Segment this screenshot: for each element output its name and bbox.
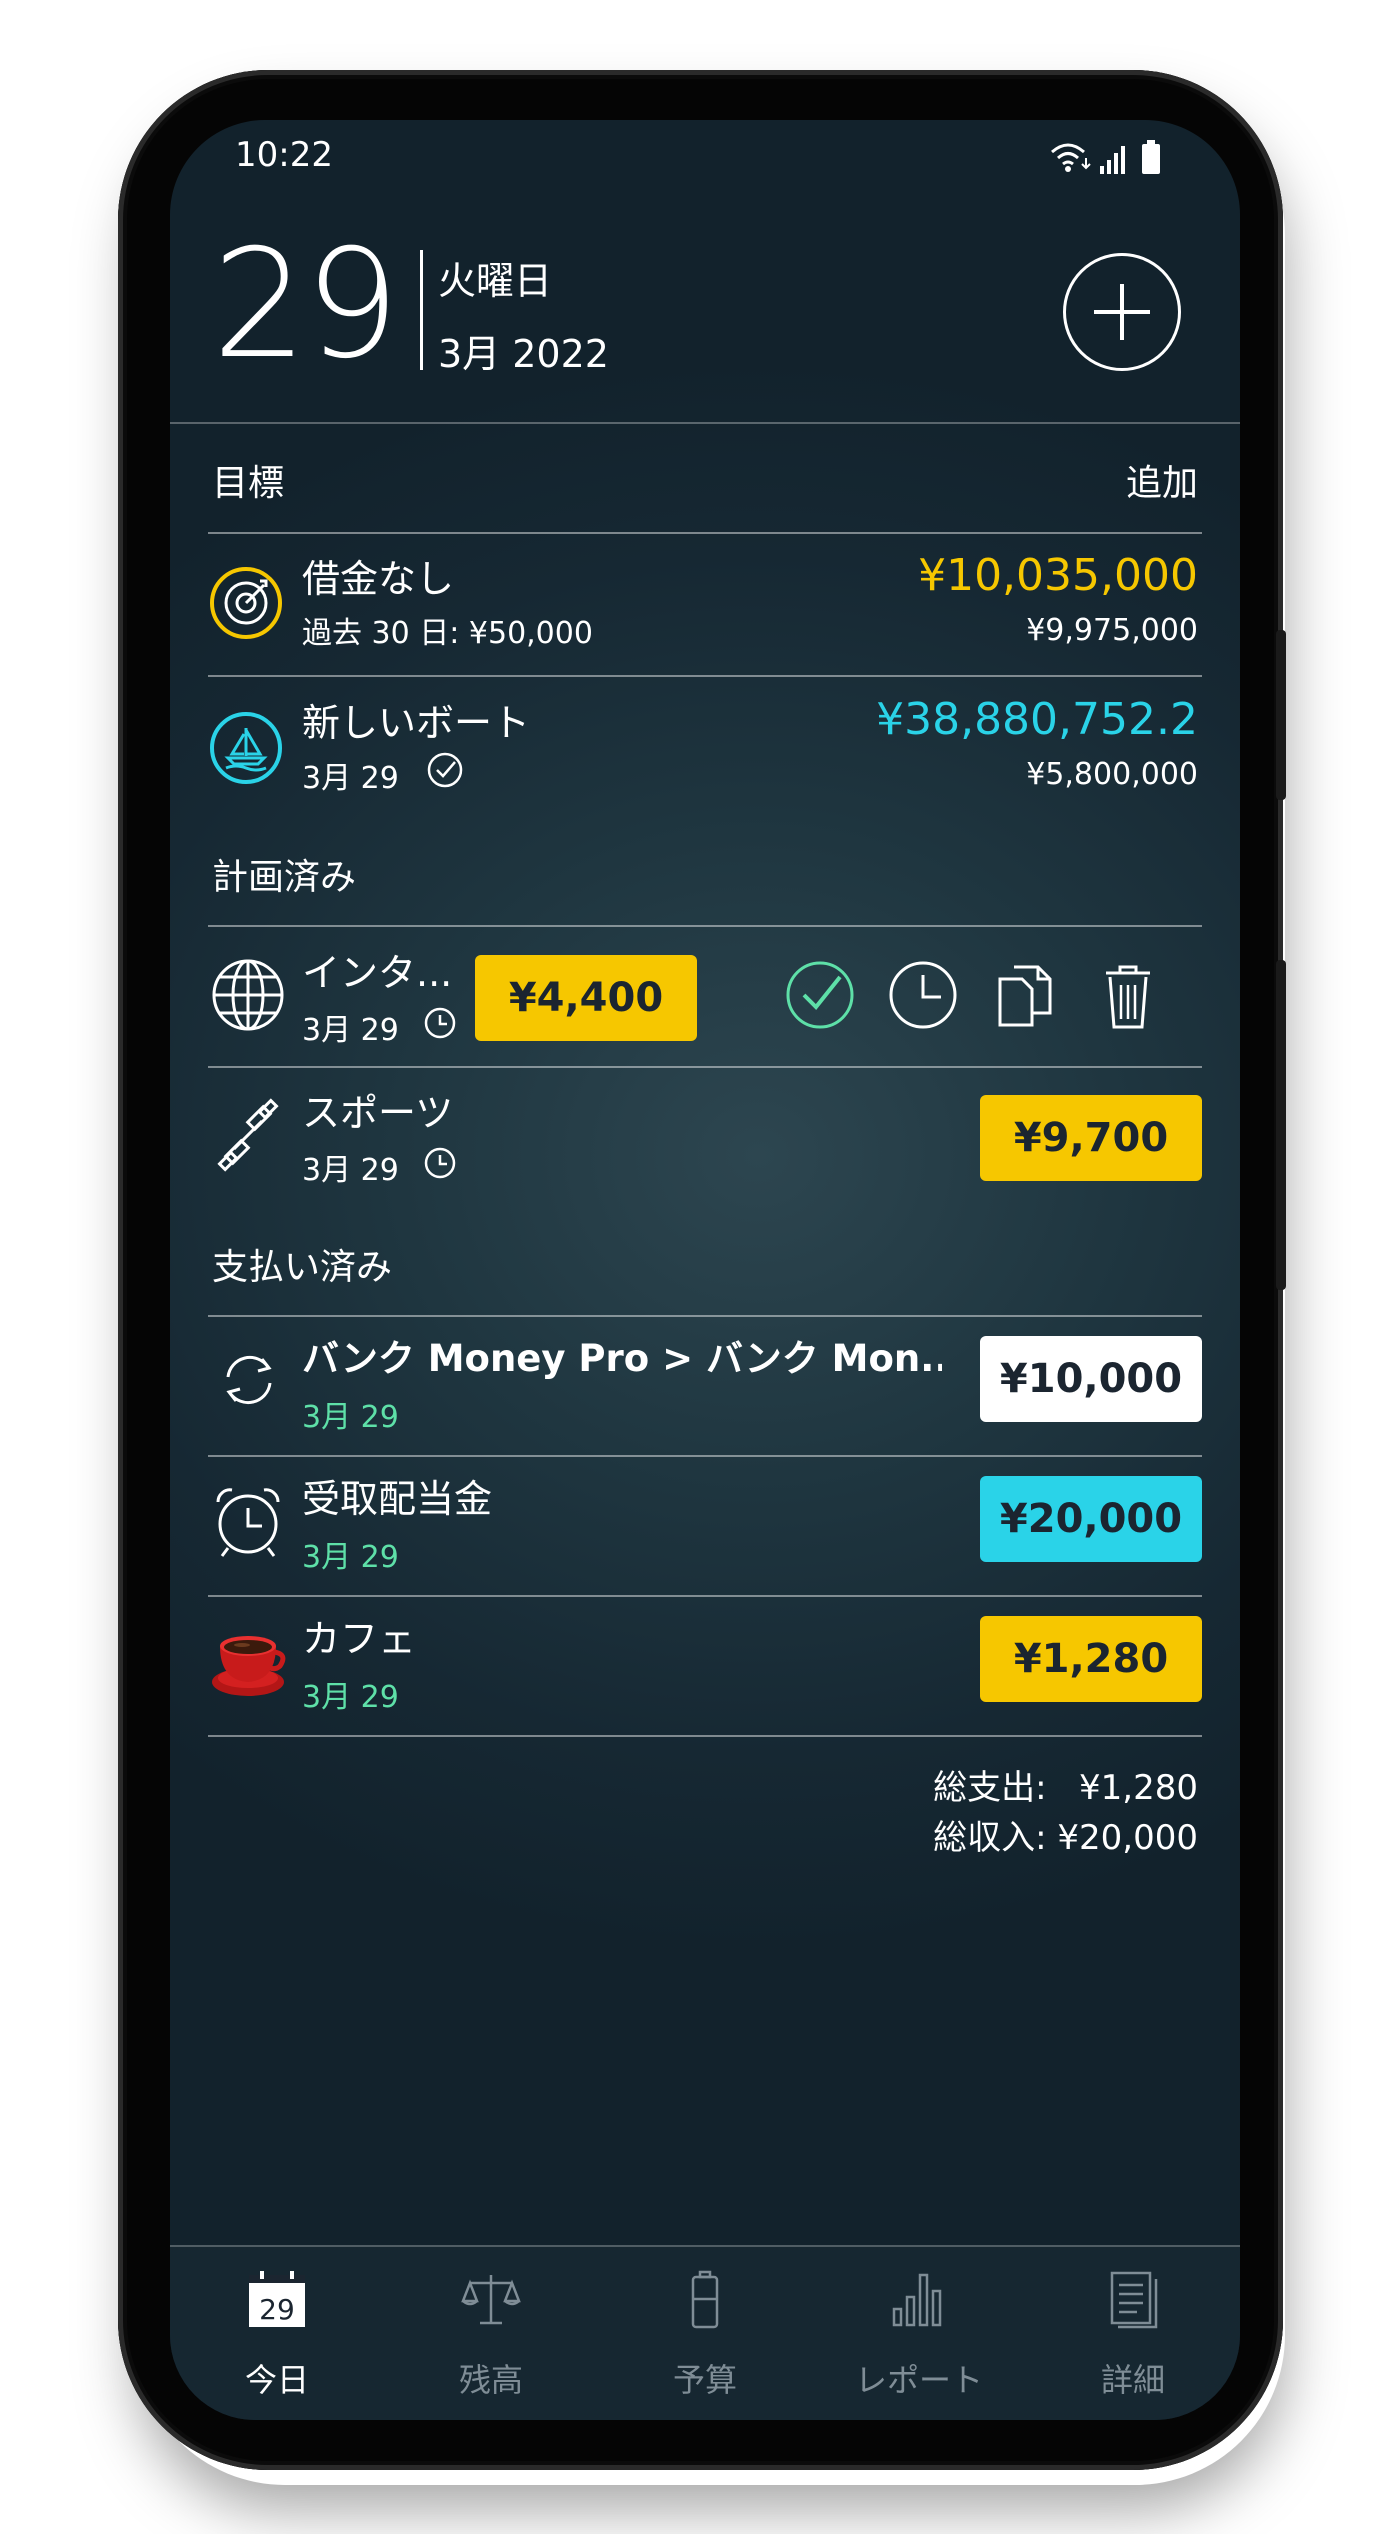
postpone-clock-icon[interactable] — [883, 955, 963, 1035]
planned-date: 3月 29 — [302, 1153, 399, 1188]
app-screen: 10:22 29 火曜日 3月 2022 目標 追加 借金なし 過去 30 日:… — [170, 120, 1240, 2420]
goal-amount: ¥38,880,752.2 — [876, 694, 1198, 745]
goal-target: ¥5,800,000 — [1026, 757, 1198, 792]
clock-small-icon — [424, 1147, 456, 1179]
tab-details[interactable]: 詳細 — [1026, 2247, 1240, 2420]
paid-section-title: 支払い済み — [212, 1247, 393, 1288]
header-weekday: 火曜日 — [438, 259, 553, 303]
alarm-clock-icon — [216, 1488, 280, 1557]
goals-top-divider — [208, 532, 1202, 534]
paid-name: 受取配当金 — [302, 1477, 493, 1521]
bar-chart-icon — [892, 2273, 942, 2327]
goal-date: 3月 29 — [302, 761, 399, 796]
paid-date: 3月 29 — [302, 1540, 399, 1575]
paid-top-divider — [208, 1315, 1202, 1317]
coffee-cup-icon — [212, 1636, 286, 1696]
globe-icon — [212, 959, 284, 1031]
row-divider — [208, 1735, 1202, 1737]
paid-name: カフェ — [302, 1617, 417, 1661]
planned-date: 3月 29 — [302, 1013, 399, 1048]
trash-icon[interactable] — [1088, 955, 1168, 1035]
calendar-icon-day: 29 — [259, 2293, 295, 2326]
plus-icon — [1094, 284, 1150, 340]
tab-label: レポート — [854, 2361, 983, 2399]
battery-status-icon — [1142, 140, 1160, 174]
tab-label: 残高 — [458, 2361, 523, 2399]
tab-reports[interactable]: レポート — [812, 2247, 1026, 2420]
mark-paid-check-icon[interactable] — [780, 955, 860, 1035]
total-income: 総収入: ¥20,000 — [933, 1818, 1198, 1858]
row-divider — [208, 675, 1202, 677]
duplicate-icon[interactable] — [986, 955, 1066, 1035]
paid-name: バンク Money Pro > バンク Mon... — [302, 1337, 942, 1380]
planned-amount-pill[interactable]: ¥9,700 — [980, 1095, 1202, 1181]
tab-label: 詳細 — [1100, 2361, 1165, 2399]
sailboat-icon — [210, 712, 282, 784]
tab-balance[interactable]: 残高 — [384, 2247, 598, 2420]
volume-button — [1276, 630, 1286, 800]
target-icon — [210, 567, 282, 639]
goal-name: 新しいボート — [302, 701, 531, 745]
row-divider — [208, 1455, 1202, 1457]
total-expense: 総支出: ¥1,280 — [933, 1768, 1198, 1808]
header-day: 29 — [212, 218, 400, 392]
paid-amount-pill[interactable]: ¥1,280 — [980, 1616, 1202, 1702]
header-divider — [420, 250, 423, 370]
tab-budget[interactable]: 予算 — [598, 2247, 812, 2420]
power-button — [1276, 960, 1286, 1290]
planned-name: インタ... — [302, 951, 453, 995]
check-circle-icon — [427, 752, 463, 788]
tab-label: 今日 — [244, 2361, 309, 2399]
status-icons — [1051, 140, 1160, 174]
tab-today[interactable]: 29 今日 — [170, 2247, 384, 2420]
goals-add-link[interactable]: 追加 — [1126, 454, 1198, 506]
clock-small-icon — [424, 1007, 456, 1039]
planned-amount-pill[interactable]: ¥4,400 — [475, 955, 697, 1041]
scales-icon — [461, 2275, 521, 2325]
paid-amount-pill[interactable]: ¥20,000 — [980, 1476, 1202, 1562]
bottom-tab-bar: 29 今日 残高 予算 レポート 詳細 — [170, 2245, 1240, 2420]
add-transaction-button[interactable] — [1063, 253, 1181, 371]
goal-target: ¥9,975,000 — [1026, 613, 1198, 648]
goals-section-title: 目標 — [212, 463, 285, 504]
paid-amount-pill[interactable]: ¥10,000 — [980, 1336, 1202, 1422]
planned-top-divider — [208, 925, 1202, 927]
goal-name: 借金なし — [302, 557, 455, 601]
document-icon — [1110, 2271, 1158, 2329]
row-divider — [208, 1595, 1202, 1597]
calendar-icon: 29 — [249, 2271, 305, 2327]
paid-date: 3月 29 — [302, 1680, 399, 1715]
paid-date: 3月 29 — [302, 1400, 399, 1435]
status-time: 10:22 — [235, 135, 333, 175]
signal-icon — [1100, 146, 1125, 174]
goal-sub: 過去 30 日: ¥50,000 — [302, 616, 593, 651]
status-bar: 10:22 — [170, 120, 1240, 200]
wifi-icon — [1051, 143, 1085, 166]
header-divider-line — [170, 422, 1240, 424]
dumbbell-icon — [217, 1098, 279, 1172]
goal-amount: ¥10,035,000 — [918, 550, 1198, 601]
row-divider — [208, 1066, 1202, 1068]
planned-name: スポーツ — [302, 1091, 454, 1135]
header-month-year: 3月 2022 — [438, 332, 609, 376]
planned-section-title: 計画済み — [212, 857, 357, 898]
transfer-icon — [226, 1356, 272, 1404]
battery-icon — [691, 2270, 719, 2329]
tab-label: 予算 — [672, 2361, 737, 2399]
